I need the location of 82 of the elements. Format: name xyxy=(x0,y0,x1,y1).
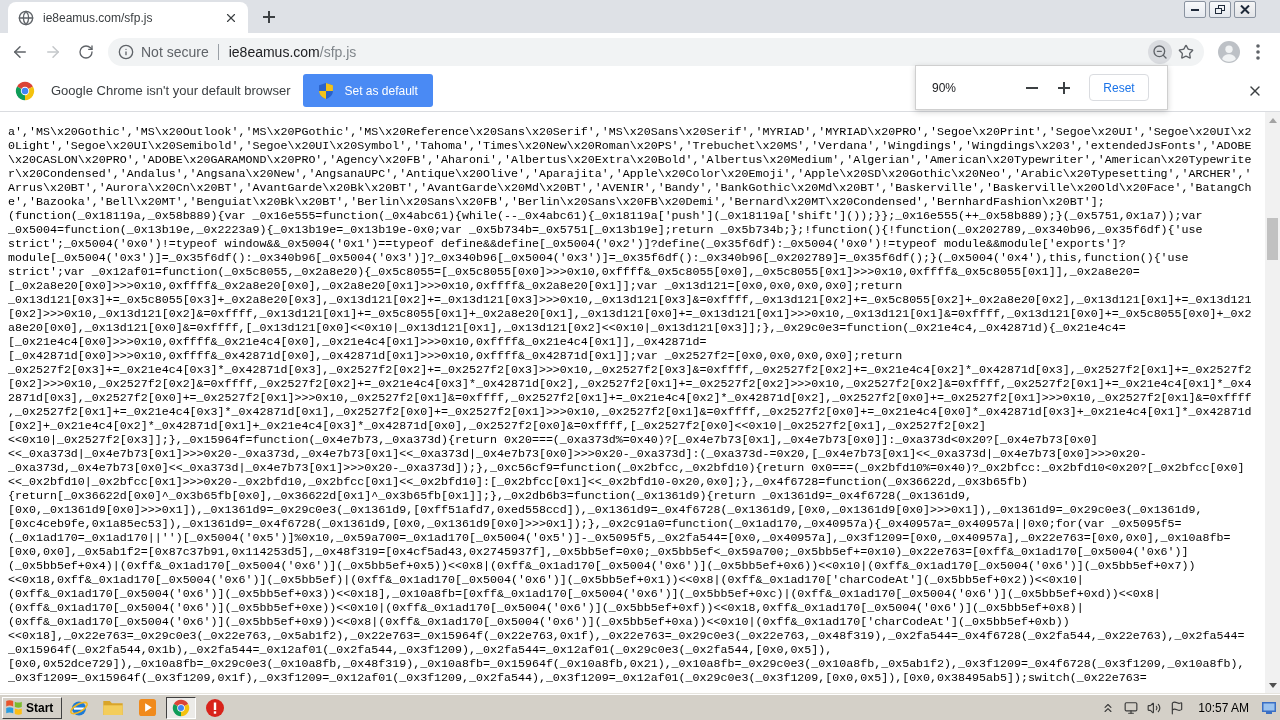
restore-button[interactable] xyxy=(1209,1,1231,18)
close-window-button[interactable] xyxy=(1234,1,1256,18)
url-text: ie8eamus.com/sfp.js xyxy=(228,43,357,60)
globe-icon xyxy=(18,9,34,26)
code-line: {return[_0x36622d[0x0]^_0x3b65fb[0x0],_0x36622d[0x1]^_0x3b65fb[0x1]];},_0x2db6b3=function(_0x1361d9){return _0x1361d9=_0x4f6728(_0x1361d9, xyxy=(8,489,973,503)
code-line: a8e20[0x0],_0x13d121[0x0]&=0xffff,[_0x13d121[0x0]<<0x10|_0x13d121[0x1],_0x13d121[0x2]<<0x10|_0x13d121[0x3]];},_0x29c0e3=function(_0x21e4c4,_0x42871d){_0x21e4c4= xyxy=(8,321,1127,335)
security-chip[interactable]: Not secure xyxy=(118,43,209,60)
zoom-out-icon xyxy=(1152,43,1168,60)
zoom-button[interactable] xyxy=(1148,39,1172,64)
code-line: [0x2]>>>0x10,_0x13d121[0x2]&=0xffff,_0x13d121[0x1]+=_0x5c8055[0x1]+_0x2a8e20[0x1],_0x13d121[0x0]+=_0x13d121[0x1]>>>0x10,_0x13d121[0x1]&=0xffff,_0x13d121[0x0]+=_0x5c8055[0x0]+_0x2 xyxy=(8,307,1253,321)
shield-icon xyxy=(319,82,334,99)
code-line: (0xff&_0x1ad170[_0x5004('0x6')](_0x5bb5ef+0x9))<<0x8|(0xff&_0x1ad170[_0x5004('0x6')](_0x5bb5ef+0xa))<<0x10|(0xff&_0x1ad170['charCodeAt'](_0x5bb5ef+0xb)) xyxy=(8,615,1071,629)
code-line: <<_0x2bfd10|_0x2bfcc[0x1]>>>0x20-_0x2bfd10,_0x2bfcc[0x1]<<_0x2bfd10]:[_0x2bfcc[0x1]<<_0x2bfd10-0x20,0x0];},_0x4f6728=function(_0x36622d,_0x3b65fb) xyxy=(8,475,1029,489)
code-line: <<0x18],_0x22e763=_0x29c0e3(_0x22e763,_0x5ab1f2),_0x22e763=_0x15964f(_0x22e763,0x1f),_0x22e763=_0x29c0e3(_0x22e763,_0x48f319),_0x2fa544=_0x4f6728(_0x2fa544,_0x22e763),_0x2fa544= xyxy=(8,629,1246,643)
plus-icon xyxy=(1058,81,1070,94)
speaker-icon xyxy=(1147,700,1162,715)
play-tile-icon xyxy=(138,699,156,716)
infobar-message: Google Chrome isn't your default browser xyxy=(51,83,291,98)
code-line: [0x0,0x52dce729]),_0x10a8fb=_0x29c0e3(_0x10a8fb,_0x48f319),_0x10a8fb=_0x15964f(_0x10a8fb,0x21),_0x10a8fb=_0x29c0e3(_0x10a8fb,_0x5ab1f2),_0x3f1209=_0x4f6728(_0x3f1209,_0x10a8fb), xyxy=(8,657,1246,671)
reload-icon xyxy=(78,43,94,60)
address-bar[interactable]: Not secure ie8eamus.com/sfp.js xyxy=(108,37,1204,66)
desktop-icon xyxy=(1262,701,1276,714)
code-line: (0xff&_0x1ad170[_0x5004('0x6')](_0x5bb5ef+0xe))<<0x10|(0xff&_0x1ad170[_0x5004('0x6')](_0x5bb5ef+0xf))<<0x18,0xff&_0x1ad170[_0x5004('0x6')](_0x5bb5ef+0x8)| xyxy=(8,601,1085,615)
code-line: <<0x10|_0x2527f2[0x3]];},_0x15964f=function(_0x4e7b73,_0xa373d){return 0x20===(_0xa373d%=0x40)?[_0x4e7b73[0x1],_0x4e7b73[0x0]]:_0xa373d<0x20?[_0x4e7b73[0x0] xyxy=(8,433,1099,447)
code-line: (function(_0x18119a,_0x58b889){var _0x16e555=function(_0x4abc61){while(--_0x4abc61){_0x18119a['push'](_0x18119a['shift']());}};_0x16e555(++_0x58b889);}(_0x5751,0x1a7));var xyxy=(8,209,1204,223)
close-icon xyxy=(1240,5,1250,14)
code-line: _0x5004=function(_0x13b19e,_0x2223a9){_0x13b19e=_0x13b19e-0x0;var _0x5b734b=_0x5751[_0x13b19e];return _0x5b734b;};!function(){!function(_0x202789,_0x340b96,_0x35f6df){'use xyxy=(8,223,1204,237)
code-line: 0Light','Segoe\x20UI\x20Semibold','Segoe\x20UI\x20Symbol','Tahoma','Times\x20New\x20Roman\x20PS','Trebuchet\x20MS','Verdana','Wingdings','Wingdings\x203','extendedJsFonts','ADOBE xyxy=(8,139,1253,153)
code-line: ,_0x2527f2[0x1]+=_0x21e4c4[0x3]*_0x42871d[0x1],_0x2527f2[0x0]+=_0x2527f2[0x1]>>>0x10,_0x2527f2[0x1]&=0xffff,_0x2527f2[0x0]+=_0x21e4c4[0x0]*_0x42871d[0x3]+_0x21e4c4[0x1]*_0x42871d xyxy=(8,405,1253,419)
scroll-down-icon[interactable] xyxy=(1268,683,1277,688)
code-line: [_0x21e4c4[0x0]>>>0x10,0xffff&_0x21e4c4[0x0],_0x21e4c4[0x1]>>>0x10,0xffff&_0x21e4c4[0x1]],_0x42871d= xyxy=(8,335,708,349)
code-line: [_0x42871d[0x0]>>>0x10,0xffff&_0x42871d[0x0],_0x42871d[0x1]>>>0x10,0xffff&_0x42871d[0x1]];var _0x2527f2=[0x0,0x0,0x0,0x0];return xyxy=(8,349,904,363)
flag-icon xyxy=(1170,700,1185,715)
alert-icon xyxy=(206,698,224,717)
code-line: <<0x18,0xff&_0x1ad170[_0x5004('0x6')](_0x5bb5ef)|(0xff&_0x1ad170[_0x5004('0x6')](_0x5bb5ef+0x1))<<0x8|(0xff&_0x1ad170['charCodeAt'](_0x5bb5ef+0x2))<<0x10| xyxy=(8,573,1085,587)
monitor-icon xyxy=(1124,700,1139,715)
code-line: strict';_0x5004('0x0')!=typeof window&&_0x5004('0x1')==typeof define&&define[_0x5004('0x2')]?define(_0x35f6df):_0x5004('0x0')!=typeof module&&module['exports']? xyxy=(8,237,1127,251)
plus-icon xyxy=(263,10,275,23)
code-line: 2871d[0x3],_0x2527f2[0x0]+=_0x2527f2[0x1]>>>0x10,_0x2527f2[0x1]&=0xffff,_0x2527f2[0x1]+=_0x21e4c4[0x2]*_0x42871d[0x2],_0x2527f2[0x0]+=_0x2527f2[0x1]>>>0x10,_0x2527f2[0x1]&=0xffff xyxy=(8,391,1253,405)
code-line: <<_0xa373d|_0x4e7b73[0x1]>>>0x20-_0xa373d,_0x4e7b73[0x1]<<_0xa373d|_0x4e7b73[0x0]>>>0x20-_0xa373d]:(_0xa373d-=0x20,[_0x4e7b73[0x1]<<_0xa373d|_0x4e7b73[0x0]>>>0x20- xyxy=(8,447,1148,461)
code-line: [_0x2a8e20[0x0]>>>0x10,0xffff&_0x2a8e20[0x0],_0x2a8e20[0x1]>>>0x10,0xffff&_0x2a8e20[0x1]];var _0x13d121=[0x0,0x0,0x0,0x0];return xyxy=(8,279,904,293)
code-line: _0xa373d,_0x4e7b73[0x0]<<_0xa373d|_0x4e7b73[0x1]>>>0x20-_0xa373d]);},_0xc56cf9=function(_0x2bfcc,_0x2bfd10){return 0x0===(_0x2bfd10%=0x40)?_0x2bfcc:_0x2bfd10<0x20?[_0x2bfcc[0x0] xyxy=(8,461,1246,475)
code-line: r\x20Condensed','Andalus','Angsana\x20New','AngsanaUPC','Antique\x20Olive','Aparajita','Apple\x20Color\x20Emoji','Apple\x20SD\x20Gothic\x20Neo','Arabic\x20Typesetting','ARCHER',' xyxy=(8,167,1253,181)
info-icon xyxy=(118,43,134,60)
show-desktop-button[interactable] xyxy=(1261,699,1277,716)
reset-button[interactable]: Reset xyxy=(1089,74,1149,101)
code-line: _0x3f1209=_0x15964f(_0x3f1209,0x1f),_0x3f1209=_0x12af01(_0x3f1209,_0x2fa544),_0x3f1209=_0x12af01(_0x29c0e3(_0x3f1209,[0x0,0x5]),[0x0,0x38495ab5]);switch(_0x22e763= xyxy=(8,671,1148,685)
code-line: strict';var _0x12af01=function(_0x5c8055,_0x2a8e20){_0x5c8055=[_0x5c8055[0x0]>>>0x10,0xffff&_0x5c8055[0x0],_0x5c8055[0x1]>>>0x10,0xffff&_0x5c8055[0x1]],_0x2a8e20= xyxy=(8,265,1141,279)
code-line: [0x0,_0x1361d9[0x0]>>>0x1]),_0x1361d9=_0x29c0e3(_0x1361d9,[0xff51afd7,0xed558ccd]),_0x1361d9=_0x4f6728(_0x1361d9,[0x0,_0x1361d9[0x0]>>>0x1]),_0x1361d9=_0x29c0e3(_0x1361d9, xyxy=(8,503,1204,517)
code-line: \x20CASLON\x20PRO','ADOBE\x20GARAMOND\x20PRO','Agency\x20FB','Aharoni','Albertus\x20Extra\x20Bold','Albertus\x20Medium','Algerian','American\x20Typewriter','American\x20Typewrite xyxy=(8,153,1253,167)
code-line: _0x15964f(_0x2fa544,0x1b),_0x2fa544=_0x12af01(_0x2fa544,_0x3f1209),_0x2fa544=_0x12af01(_0x29c0e3(_0x2fa544,[0x0,0x5]), xyxy=(8,643,834,657)
code-line: _0x13d121[0x3]+=_0x5c8055[0x3]+_0x2a8e20[0x3],_0x13d121[0x2]+=_0x13d121[0x3]>>>0x10,_0x13d121[0x3]&=0xffff,_0x13d121[0x2]+=_0x5c8055[0x2]+_0x2a8e20[0x2],_0x13d121[0x1]+=_0x13d121 xyxy=(8,293,1253,307)
flag-icon xyxy=(6,700,22,715)
code-line: (_0x5bb5ef+0x4)|(0xff&_0x1ad170[_0x5004('0x6')](_0x5bb5ef+0x5))<<0x8|(0xff&_0x1ad170[_0x5004('0x6')](_0x5bb5ef+0x6))<<0x10|(0xff&_0x1ad170[_0x5004('0x6')](_0x5bb5ef+0x7)) xyxy=(8,559,1197,573)
menu-icon xyxy=(1256,43,1260,60)
minus-icon xyxy=(1026,86,1038,89)
code-line: [0x0,0x0],_0x5ab1f2=[0x87c37b91,0x114253d5],_0x48f319=[0x4cf5ad43,0x2745937f],_0x5bb5ef=0x0;_0x5bb5ef<_0x59a700;_0x5bb5ef+=0x10)_0x22e763=[0xff&_0x1ad170[_0x5004('0x6')] xyxy=(8,545,1190,559)
code-line: _0x2527f2[0x3]+=_0x21e4c4[0x3]*_0x42871d[0x3],_0x2527f2[0x2]+=_0x2527f2[0x3]>>>0x10,_0x2527f2[0x3]&=0xffff,_0x2527f2[0x2]+=_0x21e4c4[0x2]*_0x42871d[0x3],_0x2527f2[0x1]+=_0x2527f2 xyxy=(8,363,1253,377)
minimize-button[interactable] xyxy=(1184,1,1206,18)
code-line: Arrus\x20BT','Aurora\x20Cn\x20BT','AvantGarde\x20Bk\x20BT','AvantGarde\x20Md\x20BT','AVENIR','Bandy','BankGothic\x20Md\x20BT','Baskerville','Baskerville\x20Old\x20Face','BatangCh xyxy=(8,181,1253,195)
code-line: a','MS\x20Gothic','MS\x20Outlook','MS\x20PGothic','MS\x20Reference\x20Sans\x20Serif','MS\x20Sans\x20Serif','MYRIAD','MYRIAD\x20PRO','Segoe\x20Print','Segoe\x20UI','Segoe\x20UI\x2 xyxy=(8,125,1253,139)
logo-icon xyxy=(172,698,190,717)
code-line: [0xc4ceb9fe,0x1a85ec53]),_0x1361d9=_0x4f6728(_0x1361d9,[0x0,_0x1361d9[0x0]>>>0x1]);},_0x2c91a0=function(_0x1ad170,_0x40957a){_0x40957a=_0x40957a||0x0;for(var _0x5095f5= xyxy=(8,517,1183,531)
start-button[interactable]: Start xyxy=(2,696,62,719)
folder-icon xyxy=(103,700,123,715)
star-icon xyxy=(1178,43,1194,60)
code-line: (0xff&_0x1ad170[_0x5004('0x6')](_0x5bb5ef+0x3))<<0x18],_0x10a8fb=[0xff&_0x1ad170[_0x5004('0x6')](_0x5bb5ef+0xc)|(0xff&_0x1ad170[_0x5004('0x6')](_0x5bb5ef+0xd))<<0x8| xyxy=(8,587,1162,601)
scrollbar[interactable] xyxy=(1265,112,1280,694)
avatar-icon xyxy=(1218,40,1240,63)
zoom-level: 90% xyxy=(932,80,958,95)
code-line: module[_0x5004('0x3')]=_0x35f6df():_0x340b96[_0x5004('0x3')]?_0x340b96[_0x5004('0x3')]=_0x35f6df():_0x340b96[_0x202789]=_0x35f6df();}(_0x5004('0x4'),this,function(){'use xyxy=(8,251,1190,265)
code-line: e','Bazooka','Bell\x20MT','Benguiat\x20Bk\x20BT','Berlin\x20Sans\x20FB','Berlin\x20Sans\x20FB\x20Demi','Bernard\x20MT\x20Condensed','BernhardFashion\x20BT']; xyxy=(8,195,1106,209)
restore-icon xyxy=(1215,5,1225,14)
browser-tab[interactable]: ie8eamus.com/sfp.js xyxy=(8,2,248,33)
code-line: (_0x1ad170=_0x1ad170||'')[_0x5004('0x5')]%0x10,_0x59a700=_0x1ad170[_0x5004('0x5')]-_0x5095f5,_0x2fa544=[0x0,_0x40957a],_0x3f1209=[0x0,_0x40957a],_0x22e763=[0x0,0x0],_0x10a8fb= xyxy=(8,531,1232,545)
clock: 10:57 AM xyxy=(1198,700,1249,715)
logo-icon xyxy=(15,80,35,101)
code-line: [0x2]>>>0x10,_0x2527f2[0x2]&=0xffff,_0x2527f2[0x2]+=_0x21e4c4[0x3]*_0x42871d[0x2],_0x2527f2[0x1]+=_0x2527f2[0x2]>>>0x10,_0x2527f2[0x2]&=0xffff,_0x2527f2[0x1]+=_0x21e4c4[0x1]*_0x4 xyxy=(8,377,1253,391)
minimize-icon xyxy=(1191,8,1199,11)
code-line: [0x2]+_0x21e4c4[0x2]*_0x42871d[0x1]+_0x21e4c4[0x3]*_0x42871d[0x0],_0x2527f2[0x0]&=0xffff,[_0x2527f2[0x0]<<0x10|_0x2527f2[0x1],_0x2527f2[0x2] xyxy=(8,419,987,433)
taskbar-app-button[interactable] xyxy=(166,696,196,719)
scroll-thumb[interactable] xyxy=(1267,218,1278,260)
